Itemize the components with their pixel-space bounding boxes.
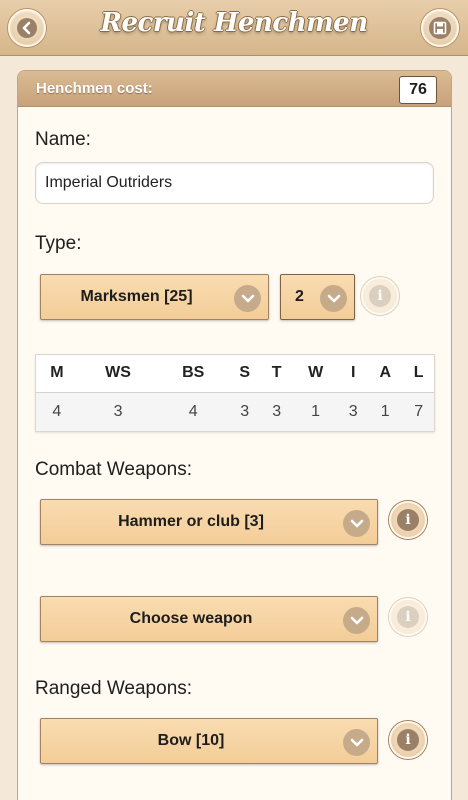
name-label: Name: [35, 129, 91, 150]
cost-bar: Henchmen cost: 76 [18, 71, 451, 107]
info-icon: i [397, 606, 419, 628]
page-title: Recruit Henchmen [100, 8, 368, 38]
type-select[interactable]: Marksmen [25] [40, 274, 269, 320]
ranged-weapon-select-1[interactable]: Bow [10] [40, 718, 378, 764]
chevron-down-icon [343, 510, 370, 537]
ranged-weapon-1-value: Bow [10] [157, 732, 225, 749]
chevron-down-icon [320, 285, 347, 312]
stat-header: S [227, 355, 262, 393]
recruit-panel: Henchmen cost: 76 Name: Imperial Outride… [17, 70, 452, 800]
combat-weapon-1-info-button[interactable]: i [389, 501, 427, 539]
name-input[interactable]: Imperial Outriders [35, 162, 434, 204]
floppy-disk-icon [429, 17, 451, 39]
app-header: Recruit Henchmen [0, 0, 468, 56]
combat-weapon-select-1[interactable]: Hammer or club [3] [40, 499, 378, 545]
info-icon: i [369, 285, 391, 307]
stat-value: 4 [36, 392, 78, 431]
stat-header: BS [158, 355, 228, 393]
stat-header: I [339, 355, 368, 393]
stat-value: 7 [403, 392, 434, 431]
stat-header: WS [77, 355, 159, 393]
count-select-value: 2 [295, 288, 304, 305]
type-label: Type: [35, 233, 82, 254]
stat-value: 3 [261, 392, 292, 431]
stat-header: M [36, 355, 78, 393]
stat-value: 3 [227, 392, 262, 431]
combat-weapon-2-info-button[interactable]: i [389, 598, 427, 636]
stats-table: M WS BS S T W I A L 4 3 4 3 3 1 3 1 7 [35, 354, 435, 432]
combat-weapon-1-value: Hammer or club [3] [118, 513, 264, 530]
stat-header: T [261, 355, 292, 393]
stat-value: 3 [77, 392, 159, 431]
combat-weapon-select-2[interactable]: Choose weapon [40, 596, 378, 642]
stat-value: 1 [367, 392, 404, 431]
info-icon: i [397, 729, 419, 751]
combat-weapons-label: Combat Weapons: [35, 459, 193, 480]
chevron-down-icon [343, 607, 370, 634]
cost-value: 76 [399, 76, 437, 104]
type-select-value: Marksmen [25] [80, 288, 193, 305]
stat-value: 1 [291, 392, 340, 431]
chevron-down-icon [234, 285, 261, 312]
stats-header-row: M WS BS S T W I A L [36, 355, 434, 393]
stat-header: A [367, 355, 404, 393]
stat-header: L [403, 355, 434, 393]
stats-value-row: 4 3 4 3 3 1 3 1 7 [36, 392, 434, 431]
ranged-weapon-1-info-button[interactable]: i [389, 721, 427, 759]
cost-label: Henchmen cost: [36, 80, 153, 97]
combat-weapon-2-value: Choose weapon [129, 610, 253, 627]
stat-header: W [291, 355, 340, 393]
type-info-button[interactable]: i [361, 277, 399, 315]
count-select[interactable]: 2 [280, 274, 355, 320]
save-button[interactable] [421, 9, 459, 47]
ranged-weapons-label: Ranged Weapons: [35, 678, 193, 699]
stat-value: 3 [339, 392, 368, 431]
stat-value: 4 [158, 392, 228, 431]
chevron-down-icon [343, 729, 370, 756]
info-icon: i [397, 509, 419, 531]
